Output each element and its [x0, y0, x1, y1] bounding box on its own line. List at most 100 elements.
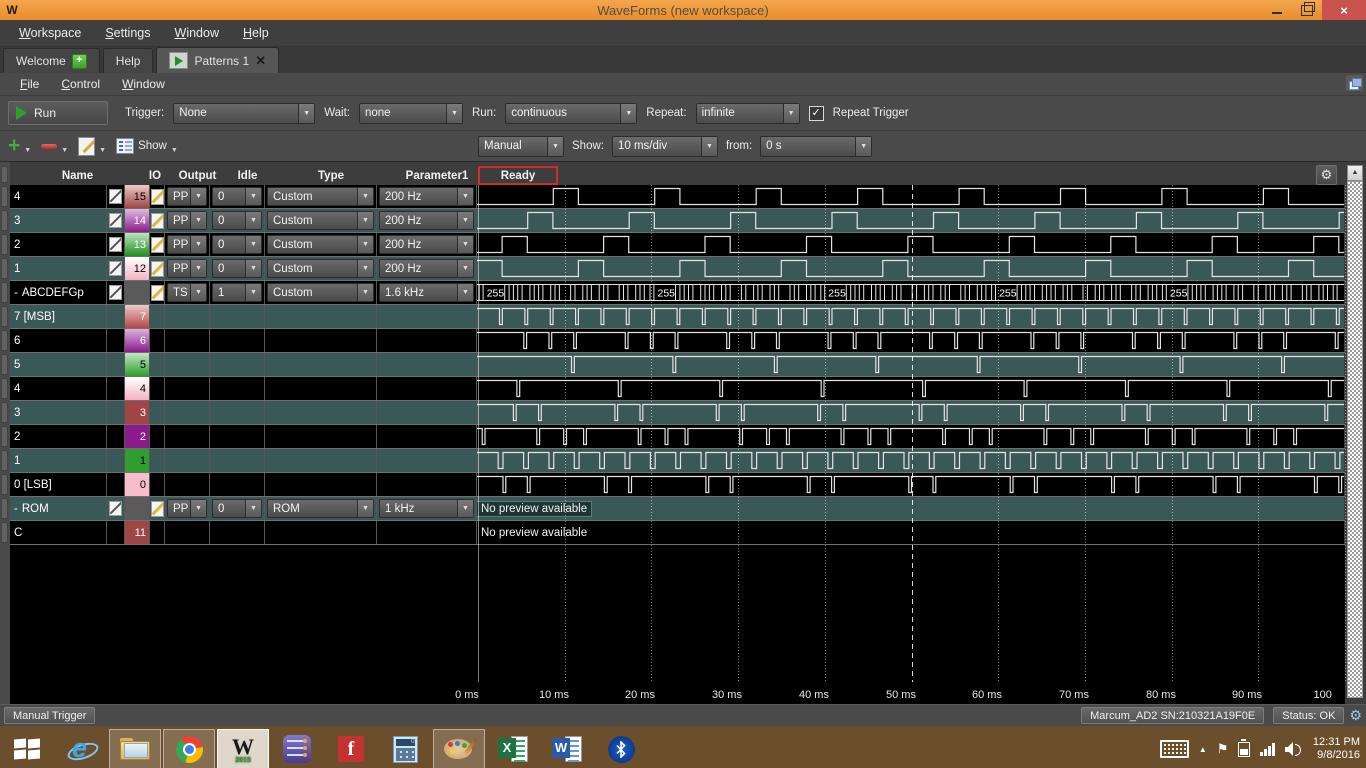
row-drag-handle[interactable] [1, 450, 8, 471]
trigger-select[interactable]: None ▼ [173, 102, 316, 124]
volume-icon[interactable] [1284, 742, 1301, 756]
note-icon-cell[interactable] [107, 185, 125, 208]
note-icon[interactable] [109, 213, 122, 228]
row-drag-handle[interactable] [1, 282, 8, 303]
type-select[interactable]: Custom ▼ [267, 187, 374, 206]
row-drag-handle[interactable] [1, 426, 8, 447]
row-drag-handle[interactable] [1, 234, 8, 255]
output-select[interactable]: PP ▼ [167, 187, 207, 206]
note-icon[interactable] [109, 189, 122, 204]
channel-name[interactable]: 2 [10, 425, 107, 448]
channel-name[interactable]: 1 [10, 257, 107, 280]
row-drag-handle[interactable] [1, 474, 8, 495]
taskbar-item-ie[interactable]: e [55, 729, 107, 768]
run-mode-select[interactable]: continuous ▼ [505, 102, 638, 124]
gear-icon[interactable]: ⚙ [1316, 165, 1337, 185]
pencil-icon-cell[interactable] [150, 497, 165, 520]
note-icon[interactable] [109, 261, 122, 276]
taskbar-item-start[interactable] [1, 729, 53, 768]
io-cell[interactable]: 6 [125, 329, 150, 352]
io-cell[interactable] [125, 281, 150, 304]
run-button[interactable]: Run [8, 101, 108, 125]
taskbar-item-filezilla[interactable]: f [325, 729, 377, 768]
device-manager-gear-icon[interactable]: ⚙ [1349, 707, 1362, 724]
tray-expand-icon[interactable]: ▲ [1199, 745, 1207, 754]
scroll-up-button[interactable]: ▲ [1347, 165, 1363, 181]
output-select[interactable]: PP ▼ [167, 211, 207, 230]
action-center-flag-icon[interactable]: ⚑ [1217, 741, 1229, 757]
note-icon[interactable] [109, 501, 122, 516]
io-cell[interactable]: 3 [125, 401, 150, 424]
row-drag-handle[interactable] [1, 210, 8, 231]
pencil-icon[interactable] [150, 260, 164, 277]
idle-select[interactable]: 0 ▼ [212, 259, 262, 278]
menubar-item-help[interactable]: Help [232, 23, 280, 43]
parameter1-select[interactable]: 200 Hz ▼ [379, 259, 474, 278]
channel-name[interactable]: 4 [10, 377, 107, 400]
output-select[interactable]: PP ▼ [167, 499, 207, 518]
menubar-item-workspace[interactable]: Workspace [8, 23, 92, 43]
repeat-trigger-checkbox[interactable]: ✓ [808, 105, 824, 121]
row-drag-handle[interactable] [1, 354, 8, 375]
row-drag-handle[interactable] [1, 498, 8, 519]
parameter1-select[interactable]: 200 Hz ▼ [379, 187, 474, 206]
channel-name[interactable]: C [10, 521, 107, 544]
type-select[interactable]: Custom ▼ [267, 211, 374, 230]
output-select[interactable]: PP ▼ [167, 259, 207, 278]
taskbar-item-adept[interactable] [271, 729, 323, 768]
parameter1-select[interactable]: 200 Hz ▼ [379, 235, 474, 254]
collapse-indicator[interactable]: - [14, 287, 18, 299]
note-icon-cell[interactable] [107, 209, 125, 232]
tab-patterns-1[interactable]: Patterns 1 ✕ [156, 47, 280, 73]
pencil-icon-cell[interactable] [150, 257, 165, 280]
taskbar-item-paint[interactable] [433, 729, 485, 768]
channel-name[interactable]: 1 [10, 449, 107, 472]
type-select[interactable]: Custom ▼ [267, 259, 374, 278]
parameter1-select[interactable]: 1.6 kHz ▼ [379, 283, 474, 302]
io-cell[interactable]: 2 [125, 425, 150, 448]
edit-button[interactable] [78, 136, 96, 156]
chevron-down-icon[interactable]: ▼ [99, 147, 106, 154]
row-drag-handle[interactable] [1, 378, 8, 399]
io-cell[interactable]: 12 [125, 257, 150, 280]
time-per-div-select[interactable]: 10 ms/div ▼ [611, 135, 718, 157]
row-drag-handle[interactable] [1, 258, 8, 279]
network-signal-icon[interactable] [1260, 742, 1275, 756]
channel-name[interactable]: 3 [10, 209, 107, 232]
show-menu-label[interactable]: Show [138, 140, 167, 152]
clock[interactable]: 12:31 PM 9/8/2016 [1313, 736, 1360, 762]
pencil-icon-cell[interactable] [150, 185, 165, 208]
idle-select[interactable]: 0 ▼ [212, 187, 262, 206]
channel-name[interactable]: 2 [10, 233, 107, 256]
zoom-mode-select[interactable]: Manual ▼ [478, 135, 564, 157]
repeat-select[interactable]: infinite ▼ [695, 102, 800, 124]
note-icon[interactable] [109, 285, 122, 300]
pencil-icon-cell[interactable] [150, 209, 165, 232]
type-select[interactable]: Custom ▼ [267, 235, 374, 254]
restore-button[interactable] [1292, 0, 1322, 20]
pencil-icon[interactable] [150, 188, 164, 205]
io-cell[interactable]: 0 [125, 473, 150, 496]
note-icon-cell[interactable] [107, 257, 125, 280]
cascade-windows-icon[interactable] [1346, 75, 1363, 91]
taskbar-item-explorer[interactable] [109, 729, 161, 768]
chevron-down-icon[interactable]: ▼ [171, 147, 178, 154]
taskbar-item-excel[interactable]: X [487, 729, 539, 768]
taskbar-item-chrome[interactable] [163, 729, 215, 768]
row-drag-handle[interactable] [1, 402, 8, 423]
note-icon-cell[interactable] [107, 497, 125, 520]
row-drag-handle[interactable] [1, 330, 8, 351]
wait-select[interactable]: none ▼ [358, 102, 463, 124]
taskbar-item-word[interactable]: W [541, 729, 593, 768]
touch-keyboard-icon[interactable] [1159, 740, 1189, 758]
tab-help[interactable]: Help [102, 48, 154, 73]
tab-welcome[interactable]: Welcome + [3, 48, 100, 73]
channel-name[interactable]: - ABCDEFGp [10, 281, 107, 304]
header-row-handle[interactable] [1, 166, 8, 183]
parameter1-select[interactable]: 1 kHz ▼ [379, 499, 474, 518]
note-icon-cell[interactable] [107, 233, 125, 256]
device-button[interactable]: Marcum_AD2 SN:210321A19F0E [1081, 707, 1265, 724]
menubar-item-window[interactable]: Window [164, 23, 230, 43]
pencil-icon[interactable] [150, 212, 164, 229]
parameter1-select[interactable]: 200 Hz ▼ [379, 211, 474, 230]
